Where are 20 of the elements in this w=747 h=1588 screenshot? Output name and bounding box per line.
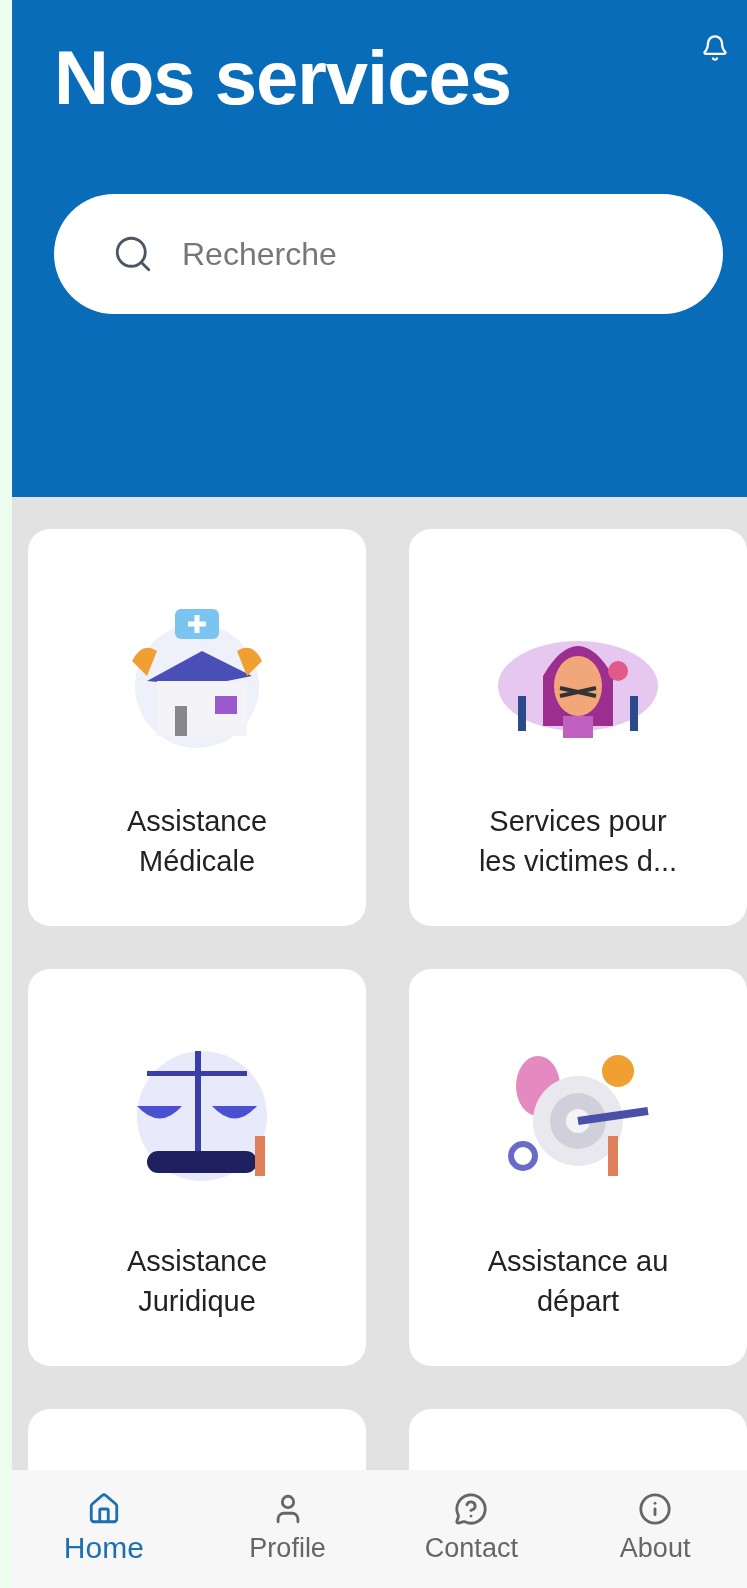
service-title: Assistance Médicale <box>125 804 269 879</box>
bell-icon[interactable] <box>701 32 729 64</box>
service-card[interactable] <box>28 1409 366 1470</box>
about-icon <box>638 1492 673 1526</box>
search-bar[interactable]: Recherche <box>54 194 723 314</box>
nav-tab[interactable]: Contact <box>379 1492 564 1566</box>
nav-tab[interactable]: Profile <box>195 1492 380 1566</box>
service-card[interactable]: Assistance Médicale <box>28 529 366 926</box>
nav-tab[interactable]: About <box>563 1492 747 1566</box>
service-title: Assistance Juridique <box>125 1244 269 1319</box>
page-title: Nos services <box>54 40 511 116</box>
contact-icon <box>454 1492 489 1526</box>
nav-tab[interactable]: Home <box>12 1492 196 1566</box>
service-card[interactable] <box>409 1409 747 1470</box>
service-title: Assistance au départ <box>486 1244 670 1319</box>
service-title: Services pour les victimes d... <box>477 804 679 879</box>
service-card[interactable]: Assistance Juridique <box>28 969 366 1366</box>
search-input[interactable]: Recherche <box>182 230 699 278</box>
service-card[interactable]: Assistance au départ <box>409 969 747 1366</box>
service-card[interactable]: Services pour les victimes d... <box>409 529 747 926</box>
